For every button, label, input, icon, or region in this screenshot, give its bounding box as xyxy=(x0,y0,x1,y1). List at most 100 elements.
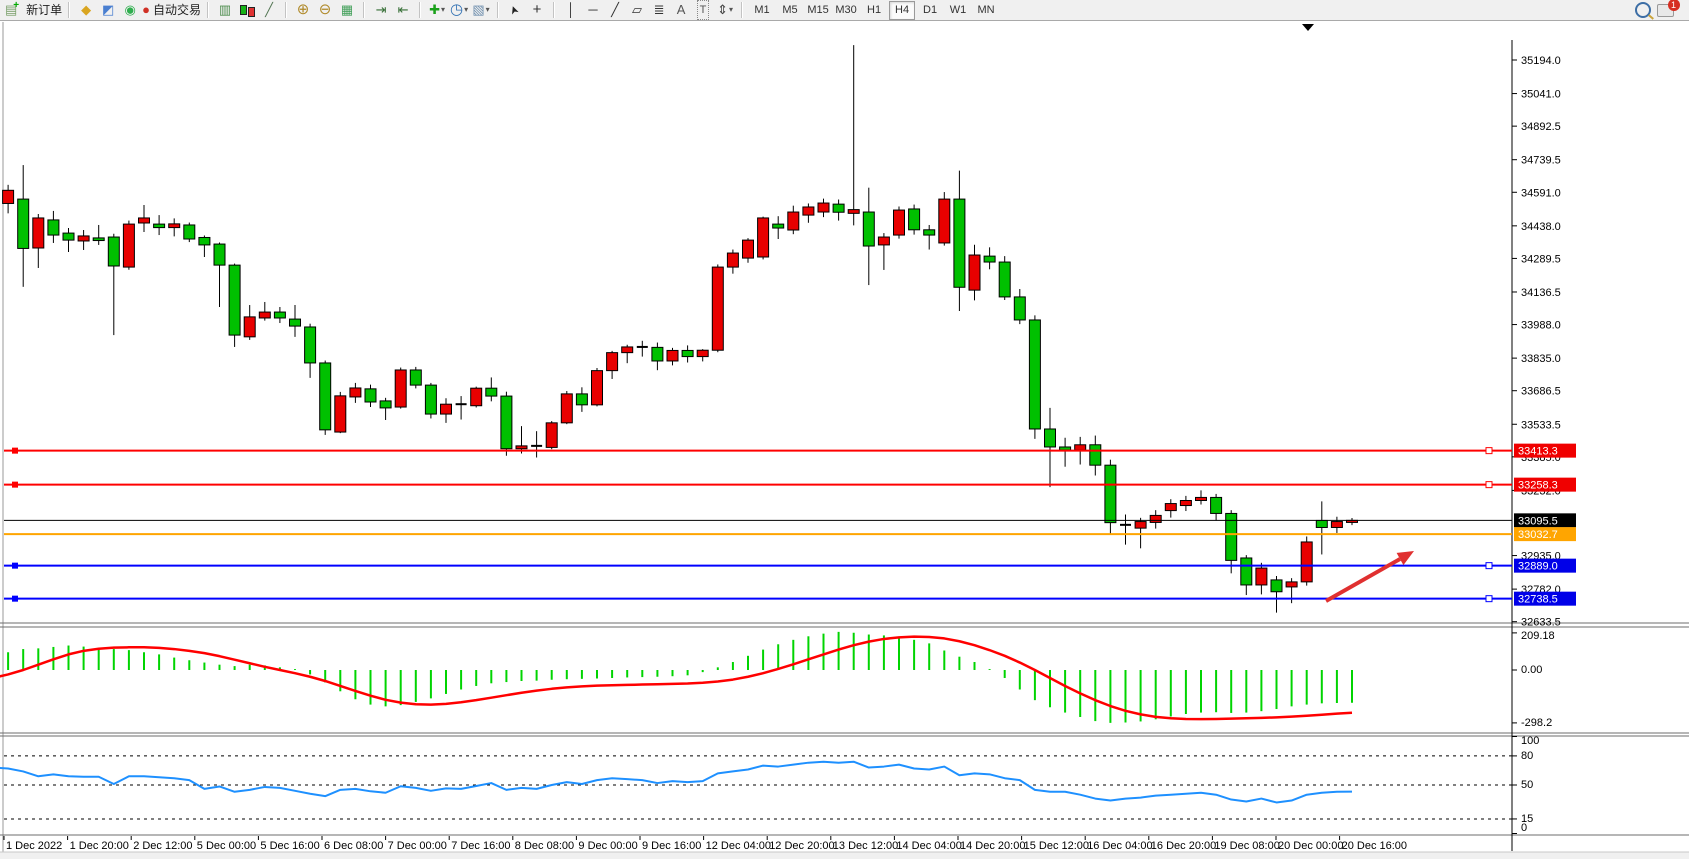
candle xyxy=(1029,315,1040,439)
price-tick-label: 33988.0 xyxy=(1521,320,1561,332)
candle-body xyxy=(652,347,663,361)
candle-body xyxy=(803,207,814,215)
hline-handle[interactable] xyxy=(12,448,18,454)
rsi-axis-label: 100 xyxy=(1521,735,1539,747)
macd-axis-label: -298.2 xyxy=(1521,717,1552,729)
candle-body xyxy=(984,256,995,262)
candle xyxy=(909,205,920,235)
price-badge-label: 33258.3 xyxy=(1518,480,1558,492)
candle-body xyxy=(1331,522,1342,528)
candle-body xyxy=(410,370,421,385)
candle-body xyxy=(697,350,708,356)
candle-body xyxy=(712,267,723,350)
hline-handle[interactable] xyxy=(12,596,18,602)
candle-body xyxy=(773,224,784,228)
candle-body xyxy=(939,199,950,243)
price-tick-label: 34739.5 xyxy=(1521,155,1561,167)
rsi-axis-label: 0 xyxy=(1521,822,1527,834)
price-badge-label: 33032.7 xyxy=(1518,529,1558,541)
candle-body xyxy=(788,212,799,230)
time-tick-label: 2 Dec 12:00 xyxy=(133,840,192,852)
candle-body xyxy=(305,327,316,363)
hline-handle[interactable] xyxy=(12,482,18,488)
candle-body xyxy=(1196,497,1207,500)
time-tick-label: 14 Dec 04:00 xyxy=(896,840,961,852)
price-tick-label: 35041.0 xyxy=(1521,89,1561,101)
candle xyxy=(999,256,1010,300)
time-tick-label: 5 Dec 16:00 xyxy=(260,840,319,852)
candle-body xyxy=(682,350,693,356)
time-tick-label: 20 Dec 00:00 xyxy=(1278,840,1343,852)
candle-body xyxy=(848,210,859,214)
candle-body xyxy=(622,347,633,353)
candle-body xyxy=(1075,445,1086,450)
candle-body xyxy=(833,204,844,212)
rsi-axis-label: 50 xyxy=(1521,779,1533,791)
candle xyxy=(335,392,346,433)
candle-body xyxy=(1165,504,1176,511)
hline-handle[interactable] xyxy=(1486,596,1492,602)
time-tick-label: 16 Dec 20:00 xyxy=(1151,840,1216,852)
footer-strip xyxy=(0,852,1689,859)
time-tick-label: 12 Dec 04:00 xyxy=(706,840,771,852)
candle-body xyxy=(878,237,889,245)
candle-body xyxy=(909,209,920,230)
candle xyxy=(1301,536,1312,585)
time-tick-label: 19 Dec 08:00 xyxy=(1214,840,1279,852)
candle-body xyxy=(999,262,1010,297)
candle-body xyxy=(259,312,270,318)
candle-body xyxy=(667,350,678,361)
time-tick-label: 7 Dec 16:00 xyxy=(451,840,510,852)
hline-handle[interactable] xyxy=(1486,482,1492,488)
chart-canvas[interactable]: 35194.035041.034892.534739.534591.034438… xyxy=(0,0,1689,859)
candle-body xyxy=(954,199,965,287)
candle xyxy=(123,221,134,270)
hline-handle[interactable] xyxy=(1486,448,1492,454)
time-tick-label: 16 Dec 04:00 xyxy=(1087,840,1152,852)
candle xyxy=(410,367,421,388)
candle-body xyxy=(592,371,603,405)
candle-body xyxy=(3,190,14,203)
candle-body xyxy=(546,423,557,448)
candle-body xyxy=(758,218,769,257)
candle-body xyxy=(78,236,89,241)
hline-handle[interactable] xyxy=(1486,563,1492,569)
candle xyxy=(184,223,195,243)
rsi-axis-label: 80 xyxy=(1521,750,1533,762)
time-tick-label: 7 Dec 00:00 xyxy=(388,840,447,852)
macd-axis-label: 0.00 xyxy=(1521,664,1542,676)
candle-body xyxy=(818,203,829,212)
candle-body xyxy=(244,317,255,337)
candle xyxy=(561,391,572,424)
candle-body xyxy=(486,388,497,396)
candle-body xyxy=(93,238,104,241)
candle-body xyxy=(1105,465,1116,522)
candle-body xyxy=(139,218,150,223)
price-badge-label: 32738.5 xyxy=(1518,594,1558,606)
candle-body xyxy=(576,394,587,405)
candle-body xyxy=(350,388,361,397)
time-tick-label: 1 Dec 20:00 xyxy=(70,840,129,852)
hline-handle[interactable] xyxy=(12,563,18,569)
candle xyxy=(320,361,331,435)
time-tick-label: 9 Dec 00:00 xyxy=(578,840,637,852)
candle-body xyxy=(924,230,935,235)
candle-body xyxy=(395,370,406,407)
candle-body xyxy=(727,253,738,267)
mt4-window: ▤ + 新订单 ◆ ◩ ◉ ● 自动交易 ▥ ╱ ⊕ ⊖ ▦ ⇥ ⇤ ✚▾ ◷▾… xyxy=(0,0,1689,859)
candle-body xyxy=(184,225,195,239)
chart-background xyxy=(0,22,1689,852)
price-tick-label: 35194.0 xyxy=(1521,55,1561,67)
candle-body xyxy=(471,388,482,406)
candle-body xyxy=(108,237,119,266)
candle-body xyxy=(365,389,376,402)
candle xyxy=(395,368,406,409)
price-tick-label: 34438.0 xyxy=(1521,221,1561,233)
candle xyxy=(592,368,603,406)
price-badge-label: 33413.3 xyxy=(1518,446,1558,458)
price-tick-label: 34591.0 xyxy=(1521,187,1561,199)
candle-body xyxy=(123,224,134,267)
candle-body xyxy=(169,224,180,228)
candle-body xyxy=(48,220,59,235)
candle-body xyxy=(229,265,240,335)
